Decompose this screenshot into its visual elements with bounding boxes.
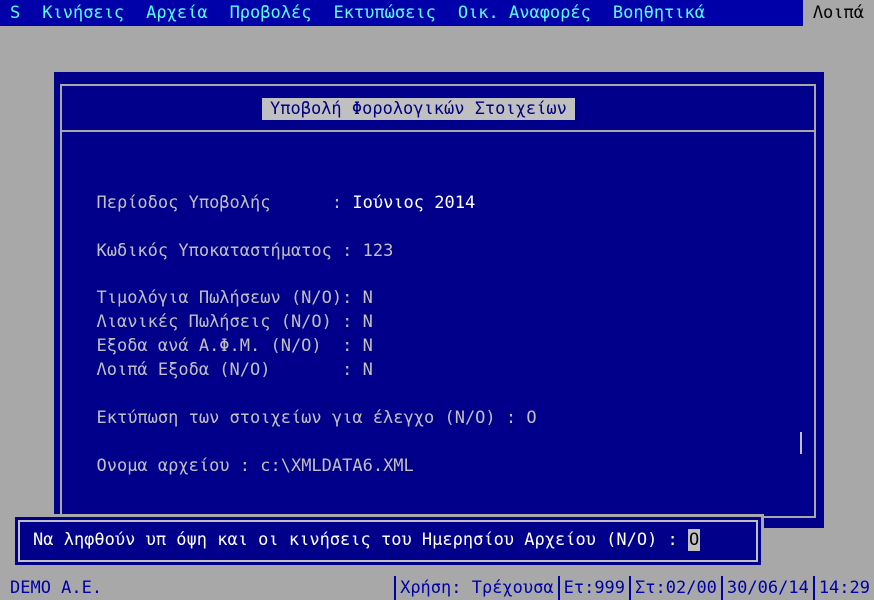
status-time: 14:29 xyxy=(812,576,874,600)
dialog-title: Υποβολή Φορολογικών Στοιχείων xyxy=(262,98,575,120)
prompt-question: Να ληφθούν υπ όψη και οι κινήσεις του Ημ… xyxy=(33,530,689,550)
status-bar: DEMO A.E. Χρήση: Τρέχουσα Ετ:999 Στ:02/0… xyxy=(0,576,874,600)
menu-item-oik-anafores[interactable]: Οικ. Αναφορές xyxy=(447,0,602,26)
menu-item-ektyposeis[interactable]: Εκτυπώσεις xyxy=(322,0,446,26)
field-branch-code-value[interactable]: 123 xyxy=(363,241,394,261)
status-company: DEMO A.E. xyxy=(10,578,103,598)
menu-item-s[interactable]: S xyxy=(0,0,31,26)
menu-item-provoles[interactable]: Προβολές xyxy=(219,0,323,26)
prompt-line: Να ληφθούν υπ όψη και οι κινήσεις του Ημ… xyxy=(33,529,701,551)
field-branch-code-label: Κωδικός Υποκαταστήματος : xyxy=(96,241,363,261)
field-print-check-value[interactable]: O xyxy=(526,408,536,428)
field-filename: Ονομα αρχείου : c:\XMLDATA6.XML xyxy=(76,433,414,477)
field-other-expenses-value[interactable]: N xyxy=(363,360,373,380)
status-station: Στ:02/00 xyxy=(629,576,721,600)
scroll-indicator xyxy=(800,432,802,454)
prompt-answer-input[interactable]: O xyxy=(688,529,701,551)
field-branch-code: Κωδικός Υποκαταστήματος : 123 xyxy=(76,218,393,262)
prompt-box: Να ληφθούν υπ όψη και οι κινήσεις του Ημ… xyxy=(12,514,764,568)
menu-item-loipa[interactable]: Λοιπά xyxy=(802,0,874,26)
field-other-expenses: Λοιπά Εξοδα (Ν/Ο) : N xyxy=(76,337,373,381)
field-period-value[interactable]: Ιούνιος 2014 xyxy=(352,193,475,213)
status-date: 30/06/14 xyxy=(720,576,813,600)
field-period-label: Περίοδος Υποβολής : xyxy=(96,193,353,213)
field-period: Περίοδος Υποβολής : Ιούνιος 2014 xyxy=(76,170,475,214)
field-other-expenses-label: Λοιπά Εξοδα (Ν/Ο) : xyxy=(96,360,363,380)
dialog-divider xyxy=(62,130,814,132)
status-usage: Χρήση: Τρέχουσα xyxy=(394,576,558,600)
menu-bar: S Κινήσεις Αρχεία Προβολές Εκτυπώσεις Οι… xyxy=(0,0,874,26)
status-year: Ετ:999 xyxy=(557,576,629,600)
field-print-check-label: Εκτύπωση των στοιχείων για έλεγχο (Ν/Ο) … xyxy=(96,408,527,428)
menu-item-arxeia[interactable]: Αρχεία xyxy=(135,0,218,26)
menu-item-voithitika[interactable]: Βοηθητικά xyxy=(602,0,716,26)
field-filename-label: Ονομα αρχείου : xyxy=(96,456,261,476)
menu-item-kiniseis[interactable]: Κινήσεις xyxy=(31,0,135,26)
field-print-check: Εκτύπωση των στοιχείων για έλεγχο (Ν/Ο) … xyxy=(76,385,536,429)
field-filename-value[interactable]: c:\XMLDATA6.XML xyxy=(260,456,414,476)
